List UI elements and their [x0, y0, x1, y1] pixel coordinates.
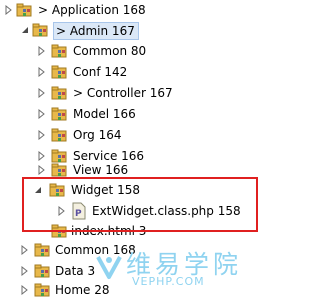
package-folder-icon	[51, 105, 69, 123]
expand-arrow-icon[interactable]	[36, 125, 48, 146]
tree-item-label: View 166	[73, 163, 129, 177]
tree-item-label: > Admin 167	[53, 22, 139, 40]
tree-item-org[interactable]: Org 164	[0, 125, 263, 146]
expand-arrow-icon[interactable]	[3, 0, 15, 21]
expand-arrow-icon[interactable]	[36, 83, 48, 104]
tree-item-label: Data 3	[55, 264, 96, 278]
tree-item-common[interactable]: Common 80	[0, 41, 263, 62]
package-folder-icon	[32, 21, 50, 39]
tree-item-label: > Application 168	[38, 3, 146, 17]
package-folder-icon	[51, 126, 69, 144]
project-explorer-tree: > Application 168 > Admin 167 Common 80 …	[0, 0, 263, 299]
package-folder-icon	[51, 63, 69, 81]
watermark: 维易学院 VEPHP.COM	[94, 245, 263, 299]
tree-item-application[interactable]: > Application 168	[0, 0, 263, 21]
expand-arrow-icon[interactable]	[36, 62, 48, 83]
tree-item-label: > Controller 167	[73, 86, 173, 100]
collapse-arrow-icon[interactable]	[19, 20, 31, 41]
red-highlight-box	[22, 177, 258, 232]
package-folder-icon	[34, 241, 52, 259]
package-folder-icon	[34, 281, 52, 299]
expand-arrow-icon[interactable]	[19, 280, 31, 301]
tree-item-conf[interactable]: Conf 142	[0, 62, 263, 83]
tree-item-label: Common 80	[73, 44, 147, 58]
tree-item-admin[interactable]: > Admin 167	[0, 20, 263, 41]
watermark-logo-icon	[96, 256, 122, 279]
package-folder-icon	[34, 262, 52, 280]
expand-arrow-icon[interactable]	[19, 240, 31, 261]
expand-arrow-icon[interactable]	[36, 104, 48, 125]
expand-arrow-icon[interactable]	[36, 41, 48, 62]
watermark-english-text: VEPHP.COM	[132, 275, 205, 288]
package-folder-icon	[51, 42, 69, 60]
tree-item-label: Org 164	[73, 128, 122, 142]
package-folder-icon	[16, 1, 34, 19]
package-folder-icon	[51, 84, 69, 102]
tree-item-controller[interactable]: > Controller 167	[0, 83, 263, 104]
expand-arrow-icon[interactable]	[19, 261, 31, 282]
tree-item-label: Model 166	[73, 107, 136, 121]
tree-item-label: Conf 142	[73, 65, 128, 79]
tree-item-model[interactable]: Model 166	[0, 104, 263, 125]
